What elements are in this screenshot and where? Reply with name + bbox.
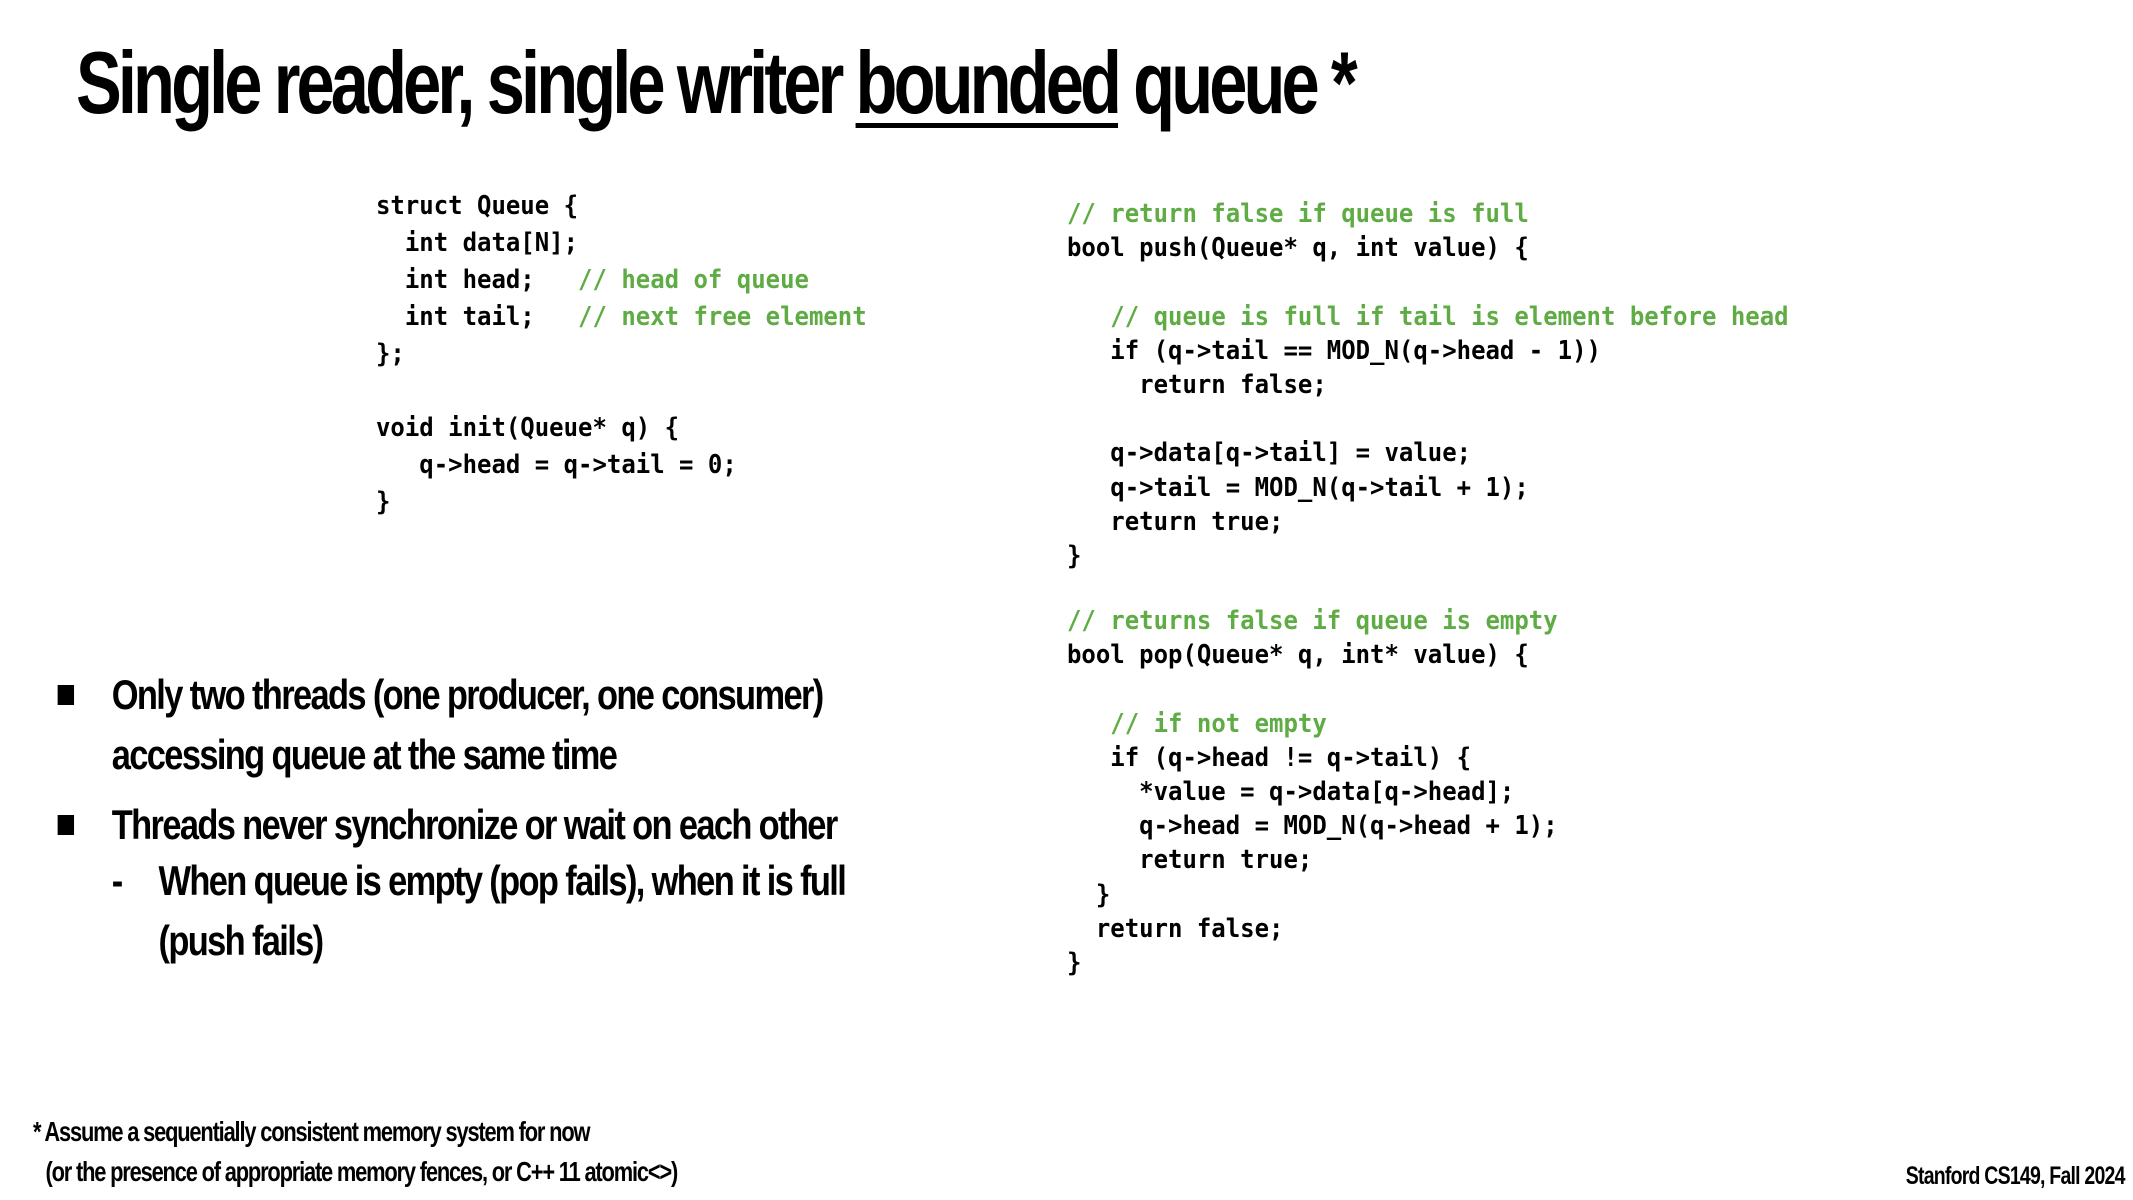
code-line: q->head = q->tail = 0; bbox=[376, 447, 867, 484]
code-text: int head; bbox=[376, 265, 579, 295]
code-text: q->head = q->tail = 0; bbox=[376, 450, 737, 480]
title-suffix: queue * bbox=[1118, 33, 1358, 132]
code-line: bool push(Queue* q, int value) { bbox=[1067, 231, 1789, 265]
code-block-push: // return false if queue is full bool pus… bbox=[1067, 197, 1789, 573]
code-comment: // queue is full if tail is element befo… bbox=[1110, 301, 1789, 332]
code-text: bool push(Queue* q, int value) { bbox=[1067, 233, 1529, 264]
code-line: struct Queue { bbox=[376, 188, 867, 225]
bullet-text-line: accessing queue at the same time bbox=[111, 731, 618, 778]
bullet-text-line: Threads never synchronize or wait on eac… bbox=[111, 801, 838, 848]
dash-bullet-icon: - bbox=[111, 857, 123, 904]
code-line: int tail; // next free element bbox=[376, 299, 867, 336]
bullet-item: Threads never synchronize or wait on eac… bbox=[56, 795, 932, 855]
code-text: q->data[q->tail] = value; bbox=[1067, 438, 1472, 469]
code-line: return false; bbox=[1067, 368, 1789, 402]
code-line: q->tail = MOD_N(q->tail + 1); bbox=[1067, 471, 1789, 505]
code-comment: // returns false if queue is empty bbox=[1067, 606, 1558, 636]
code-comment: // head of queue bbox=[578, 265, 809, 295]
bullet-item: Only two threads (one producer, one cons… bbox=[56, 665, 932, 785]
footnote-line: * Assume a sequentially consistent memor… bbox=[33, 1116, 590, 1147]
code-text: q->tail = MOD_N(q->tail + 1); bbox=[1067, 472, 1529, 503]
code-line: if (q->tail == MOD_N(q->head - 1)) bbox=[1067, 334, 1789, 368]
slide-title: Single reader, single writer bounded que… bbox=[76, 30, 1358, 136]
code-text: } bbox=[1067, 540, 1082, 571]
code-text: }; bbox=[376, 339, 405, 369]
code-line: // return false if queue is full bbox=[1067, 197, 1789, 231]
sub-bullet-text-line: (push fails) bbox=[158, 917, 325, 964]
bullet-text-line: Only two threads (one producer, one cons… bbox=[111, 671, 824, 718]
code-text: int tail; bbox=[376, 302, 579, 332]
code-text: void init(Queue* q) { bbox=[376, 413, 680, 443]
code-line: // returns false if queue is empty bbox=[1067, 604, 1558, 638]
footnote-line: (or the presence of appropriate memory f… bbox=[45, 1156, 678, 1187]
title-prefix: Single reader, single writer bbox=[76, 33, 856, 132]
code-line: return true; bbox=[1067, 505, 1789, 539]
code-text: return false; bbox=[1067, 369, 1327, 400]
bullet-list: Only two threads (one producer, one cons… bbox=[56, 665, 1161, 971]
code-line: q->data[q->tail] = value; bbox=[1067, 436, 1789, 470]
code-text: struct Queue { bbox=[376, 191, 579, 221]
code-comment: // return false if queue is full bbox=[1067, 199, 1529, 229]
code-line: void init(Queue* q) { bbox=[376, 410, 867, 447]
code-text: int data[N]; bbox=[376, 228, 579, 258]
code-line: } bbox=[1067, 539, 1789, 573]
code-block-struct-queue: struct Queue { int data[N]; int head; //… bbox=[376, 188, 867, 521]
code-text: } bbox=[376, 487, 391, 517]
code-text: return true; bbox=[1067, 506, 1284, 537]
code-line: int head; // head of queue bbox=[376, 262, 867, 299]
title-underlined-word: bounded bbox=[855, 33, 1122, 132]
bullet-square-icon bbox=[57, 685, 75, 705]
course-label: Stanford CS149, Fall 2024 bbox=[1906, 1162, 2126, 1190]
sub-bullet-text-line: When queue is empty (pop fails), when it… bbox=[158, 857, 847, 904]
code-comment: // next free element bbox=[578, 302, 867, 332]
code-text: if (q->tail == MOD_N(q->head - 1)) bbox=[1067, 335, 1601, 366]
sub-bullet-item: - When queue is empty (pop fails), when … bbox=[56, 851, 962, 971]
code-line: }; bbox=[376, 336, 867, 373]
code-line: // queue is full if tail is element befo… bbox=[1067, 300, 1789, 334]
footnote: * Assume a sequentially consistent memor… bbox=[33, 1112, 678, 1192]
code-line: int data[N]; bbox=[376, 225, 867, 262]
code-line: } bbox=[376, 484, 867, 521]
bullet-square-icon bbox=[57, 815, 75, 835]
